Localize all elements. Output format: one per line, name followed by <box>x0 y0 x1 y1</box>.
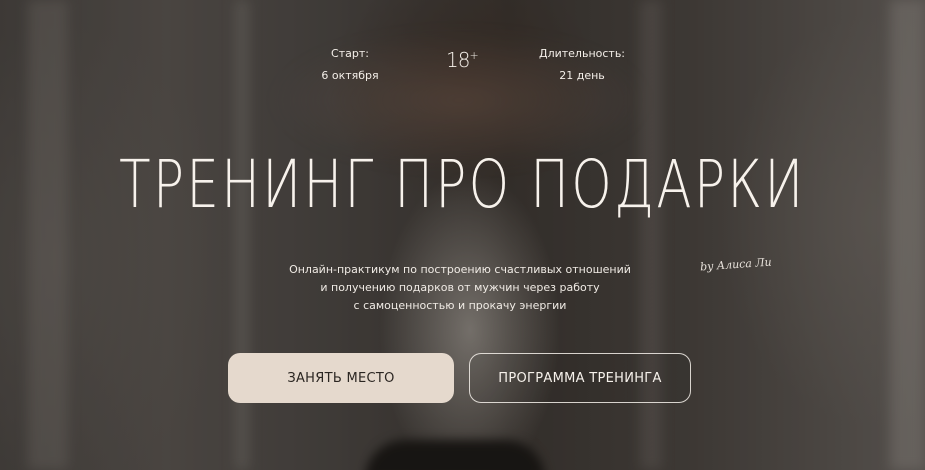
book-seat-button[interactable]: ЗАНЯТЬ МЕСТО <box>228 353 454 403</box>
description-line: и получению подарков от мужчин через раб… <box>320 281 600 294</box>
duration-value: 21 день <box>559 69 605 82</box>
description-line: Онлайн-практикум по построению счастливы… <box>289 263 631 276</box>
page-title: ТРЕНИНГ ПРО ПОДАРКИ <box>119 146 806 223</box>
age-rating-number: 18 <box>446 48 470 72</box>
training-program-button[interactable]: ПРОГРАММА ТРЕНИНГА <box>469 353 691 403</box>
age-rating-plus: + <box>469 49 478 62</box>
description-line: с самоценностью и прокачу энергии <box>353 299 567 312</box>
start-date: 6 октября <box>321 69 379 82</box>
duration-info: Длительность: 21 день <box>532 43 632 87</box>
duration-label: Длительность: <box>538 47 626 60</box>
hero-description: Онлайн-практикум по построению счастливы… <box>250 261 670 315</box>
age-rating: 18+ <box>446 48 479 72</box>
start-info: Старт: 6 октября <box>300 43 400 87</box>
start-label: Старт: <box>331 47 369 60</box>
